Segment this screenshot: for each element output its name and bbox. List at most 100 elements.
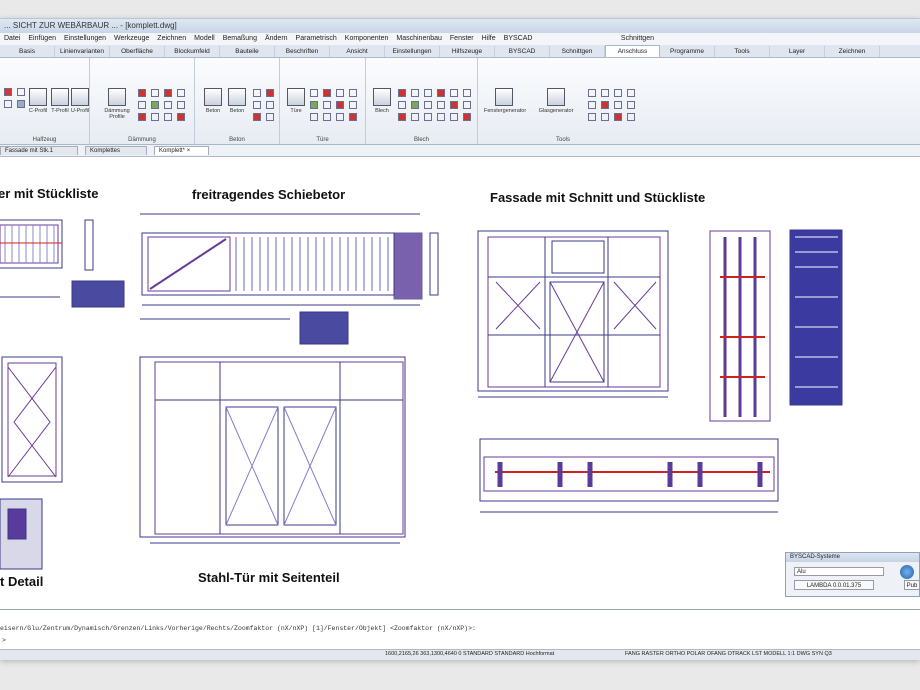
menu-item[interactable]: Modell xyxy=(190,33,219,45)
ribbon-tab[interactable]: Layer xyxy=(770,46,825,57)
tool-icon[interactable] xyxy=(336,113,344,121)
ribbon-tab[interactable]: Schnittgen xyxy=(550,46,605,57)
sheet-metal-button[interactable]: Blech xyxy=(370,88,394,114)
tool-icon[interactable] xyxy=(450,113,458,121)
ribbon-tab[interactable]: Beschriften xyxy=(275,46,330,57)
tool-icon[interactable] xyxy=(424,89,432,97)
glass-generator-button[interactable]: Glasgenerator xyxy=(536,88,576,114)
menu-item[interactable]: Hilfe xyxy=(478,33,500,45)
ribbon-tab[interactable]: BYSCAD xyxy=(495,46,550,57)
tool-icon[interactable] xyxy=(398,101,406,109)
tool-icon[interactable] xyxy=(164,89,172,97)
u-profile-button[interactable]: U-Profil xyxy=(68,88,92,114)
tool-icon[interactable] xyxy=(411,113,419,121)
tool-icon[interactable] xyxy=(424,113,432,121)
tool-icon[interactable] xyxy=(601,113,609,121)
ribbon-tab[interactable]: Programme xyxy=(660,46,715,57)
tool-icon[interactable] xyxy=(17,88,25,96)
tool-icon[interactable] xyxy=(463,89,471,97)
publish-button[interactable]: Pub xyxy=(904,580,920,590)
ribbon-tab[interactable]: Bauteile xyxy=(220,46,275,57)
tool-icon[interactable] xyxy=(151,89,159,97)
tool-icon[interactable] xyxy=(151,113,159,121)
tool-icon[interactable] xyxy=(177,113,185,121)
tool-icon[interactable] xyxy=(588,101,596,109)
tool-icon[interactable] xyxy=(437,89,445,97)
insulation-button[interactable]: Dämmung Profile xyxy=(102,88,132,120)
tool-icon[interactable] xyxy=(411,89,419,97)
tool-icon[interactable] xyxy=(164,113,172,121)
tool-icon[interactable] xyxy=(601,89,609,97)
tool-icon[interactable] xyxy=(614,101,622,109)
tool-icon[interactable] xyxy=(398,113,406,121)
tool-icon[interactable] xyxy=(349,113,357,121)
tool-icon[interactable] xyxy=(17,100,25,108)
tool-icon[interactable] xyxy=(177,89,185,97)
close-tab-icon[interactable]: × xyxy=(187,148,191,154)
lambda-button[interactable]: LAMBDA 0.0.01.375 xyxy=(794,580,874,590)
tool-icon[interactable] xyxy=(323,113,331,121)
tool-icon[interactable] xyxy=(588,89,596,97)
menu-item[interactable]: Zeichnen xyxy=(153,33,190,45)
concrete-button[interactable]: Beton xyxy=(201,88,225,114)
menu-item[interactable]: Ändern xyxy=(261,33,292,45)
ribbon-tab[interactable]: Zeichnen xyxy=(825,46,880,57)
document-tab-active[interactable]: Komplett* × xyxy=(154,146,209,155)
tool-icon[interactable] xyxy=(336,89,344,97)
ribbon-tab[interactable]: Linienvarianten xyxy=(55,46,110,57)
menu-item-right[interactable]: Schnittgen xyxy=(617,33,658,45)
tool-icon[interactable] xyxy=(323,89,331,97)
tool-icon[interactable] xyxy=(349,89,357,97)
tool-icon[interactable] xyxy=(463,101,471,109)
ribbon-tab[interactable]: Basis xyxy=(0,46,55,57)
menu-item[interactable]: Bemaßung xyxy=(219,33,261,45)
tool-icon[interactable] xyxy=(336,101,344,109)
tool-icon[interactable] xyxy=(4,88,12,96)
tool-icon[interactable] xyxy=(266,113,274,121)
door-button[interactable]: Türe xyxy=(284,88,308,114)
tool-icon[interactable] xyxy=(398,89,406,97)
tool-icon[interactable] xyxy=(627,101,635,109)
tool-icon[interactable] xyxy=(437,101,445,109)
document-tab[interactable]: Komplettes xyxy=(85,146,147,155)
tool-icon[interactable] xyxy=(138,113,146,121)
drawing-canvas[interactable]: er mit Stückliste freitragendes Schiebet… xyxy=(0,157,920,609)
menu-item[interactable]: Werkzeuge xyxy=(110,33,153,45)
ribbon-tab[interactable]: Hilfszeuge xyxy=(440,46,495,57)
tool-icon[interactable] xyxy=(424,101,432,109)
tool-icon[interactable] xyxy=(164,101,172,109)
tool-icon[interactable] xyxy=(253,101,261,109)
tool-icon[interactable] xyxy=(151,101,159,109)
tool-icon[interactable] xyxy=(601,101,609,109)
tool-icon[interactable] xyxy=(437,113,445,121)
c-profile-button[interactable]: C-Profil xyxy=(26,88,50,114)
tool-icon[interactable] xyxy=(450,101,458,109)
tool-icon[interactable] xyxy=(411,101,419,109)
menu-item[interactable]: Einfügen xyxy=(24,33,60,45)
tool-icon[interactable] xyxy=(266,101,274,109)
ribbon-tab[interactable]: Oberfläche xyxy=(110,46,165,57)
menu-item[interactable]: Maschinenbau xyxy=(392,33,446,45)
tool-icon[interactable] xyxy=(588,113,596,121)
tool-icon[interactable] xyxy=(310,113,318,121)
ribbon-tab[interactable]: Einstellungen xyxy=(385,46,440,57)
menu-item[interactable]: Einstellungen xyxy=(60,33,110,45)
menu-item[interactable]: Parametrisch xyxy=(292,33,341,45)
menu-item[interactable]: Komponenten xyxy=(341,33,393,45)
tool-icon[interactable] xyxy=(463,113,471,121)
tool-icon[interactable] xyxy=(627,89,635,97)
tool-icon[interactable] xyxy=(138,89,146,97)
tool-icon[interactable] xyxy=(310,89,318,97)
tool-icon[interactable] xyxy=(4,100,12,108)
tool-icon[interactable] xyxy=(450,89,458,97)
menu-item[interactable]: BYSCAD xyxy=(500,33,537,45)
tool-icon[interactable] xyxy=(614,113,622,121)
tool-icon[interactable] xyxy=(614,89,622,97)
tool-icon[interactable] xyxy=(177,101,185,109)
document-tab[interactable]: Fassade mit Stk.1 xyxy=(0,146,78,155)
ribbon-tab[interactable]: Blockumfeld xyxy=(165,46,220,57)
tool-icon[interactable] xyxy=(323,101,331,109)
tool-icon[interactable] xyxy=(138,101,146,109)
tool-icon[interactable] xyxy=(349,101,357,109)
command-prompt[interactable]: > xyxy=(2,637,6,644)
